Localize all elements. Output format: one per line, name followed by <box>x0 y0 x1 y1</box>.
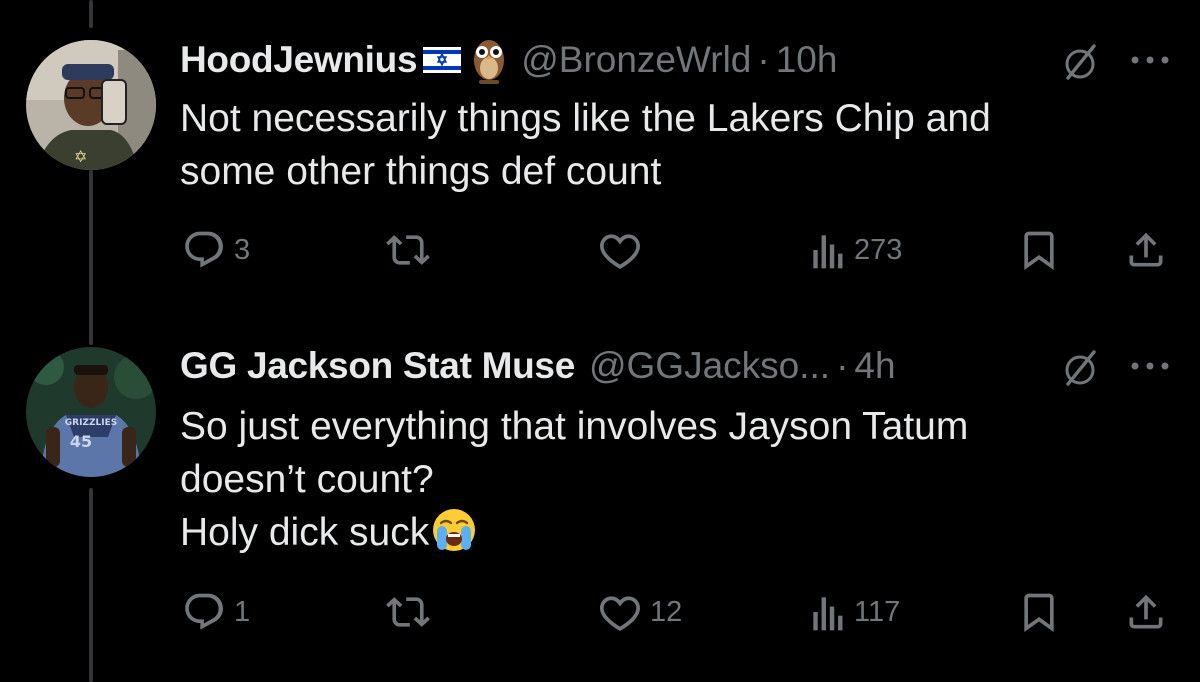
grok-icon[interactable] <box>1058 346 1102 390</box>
tweet-header: GG Jackson Stat Muse @GGJackso... · 4h <box>180 341 896 391</box>
separator: · <box>836 345 849 386</box>
tweet-text-line: Holy dick suck <box>180 511 430 554</box>
bookmark-button[interactable] <box>1017 590 1061 634</box>
repost-button[interactable] <box>386 590 438 634</box>
more-options-icon[interactable] <box>1128 356 1172 376</box>
tweet-text-line-last: Holy dick suck <box>180 506 968 559</box>
reply-button[interactable]: 1 <box>182 590 250 634</box>
views-icon <box>813 597 843 631</box>
heart-icon <box>600 596 640 632</box>
views-button[interactable]: 117 <box>810 590 900 634</box>
avatar[interactable]: GRIZZLIES 45 <box>26 347 156 477</box>
like-count: 12 <box>650 595 683 628</box>
tweet-text: So just everything that involves Jayson … <box>180 400 968 559</box>
reply-icon <box>185 593 223 630</box>
tweet[interactable]: GRIZZLIES 45 GG Jackson Stat Muse @GGJac… <box>0 0 1200 682</box>
repost-icon <box>386 597 430 627</box>
tweet-text-line: So just everything that involves Jayson … <box>180 405 969 448</box>
display-name[interactable]: GG Jackson Stat Muse <box>180 345 575 387</box>
jersey-team: GRIZZLIES <box>65 418 117 428</box>
reply-count: 1 <box>234 595 251 628</box>
bookmark-icon <box>1024 593 1054 632</box>
like-button[interactable]: 12 <box>598 590 682 634</box>
share-icon <box>1129 594 1163 629</box>
share-button[interactable] <box>1124 590 1168 634</box>
timestamp[interactable]: 4h <box>854 345 895 387</box>
tweet-text-line: doesn’t count? <box>180 458 434 501</box>
views-count: 117 <box>854 595 901 628</box>
handle[interactable]: @GGJackso... <box>589 345 830 387</box>
jersey-number: 45 <box>70 432 92 451</box>
loudly-crying-face-icon <box>433 509 476 551</box>
